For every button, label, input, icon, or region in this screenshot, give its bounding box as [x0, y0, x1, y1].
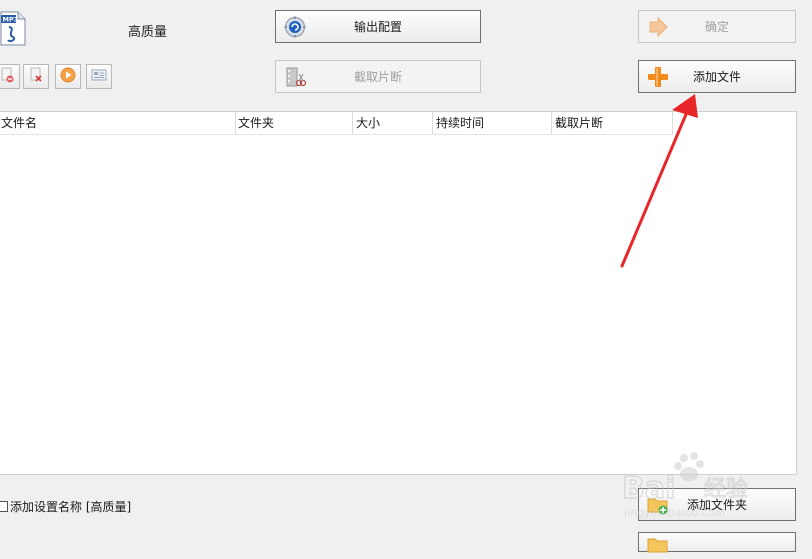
add-setting-name-label: 添加设置名称 [高质量]	[10, 500, 132, 514]
cut-segment-button[interactable]: 截取片断	[275, 60, 481, 93]
plus-icon	[647, 66, 669, 88]
svg-text:jingyan.baidu.com: jingyan.baidu.com	[623, 506, 726, 519]
mp3-file-icon: MP3	[0, 10, 26, 46]
baidu-jingyan-watermark: Bai 经验 jingyan.baidu.com	[620, 452, 770, 522]
file-list-header: 文件名 文件夹 大小 持续时间 截取片断	[0, 112, 673, 135]
cut-segment-label: 截取片断	[353, 70, 402, 84]
column-filename[interactable]: 文件名	[0, 112, 236, 134]
remove-icon	[0, 67, 15, 86]
partial-button[interactable]	[638, 532, 796, 553]
folder-icon	[647, 534, 669, 556]
arrow-right-icon	[647, 16, 669, 38]
add-file-button[interactable]: 添加文件	[638, 60, 796, 93]
add-file-label: 添加文件	[692, 70, 741, 84]
info-button[interactable]	[86, 64, 112, 89]
red-arrow-annotation	[600, 90, 710, 275]
info-icon	[91, 67, 107, 86]
confirm-button[interactable]: 确定	[638, 10, 796, 43]
add-setting-name-option[interactable]: 添加设置名称 [高质量]	[0, 498, 131, 515]
film-scissors-icon	[284, 66, 307, 88]
gear-icon	[284, 16, 306, 38]
clear-button[interactable]	[23, 64, 49, 89]
play-icon	[60, 67, 76, 86]
column-folder[interactable]: 文件夹	[236, 112, 353, 134]
svg-text:MP3: MP3	[3, 16, 19, 24]
column-duration[interactable]: 持续时间	[433, 112, 552, 134]
remove-button[interactable]	[0, 64, 20, 89]
svg-text:Bai: Bai	[622, 471, 675, 506]
output-config-button[interactable]: 输出配置	[275, 10, 481, 43]
confirm-label: 确定	[704, 20, 729, 34]
quality-label: 高质量	[128, 25, 168, 40]
clear-icon	[28, 67, 44, 86]
column-size[interactable]: 大小	[353, 112, 433, 134]
svg-text:经验: 经验	[704, 477, 748, 502]
output-config-label: 输出配置	[353, 20, 402, 34]
play-button[interactable]	[55, 64, 81, 89]
add-setting-name-checkbox[interactable]	[0, 501, 8, 512]
